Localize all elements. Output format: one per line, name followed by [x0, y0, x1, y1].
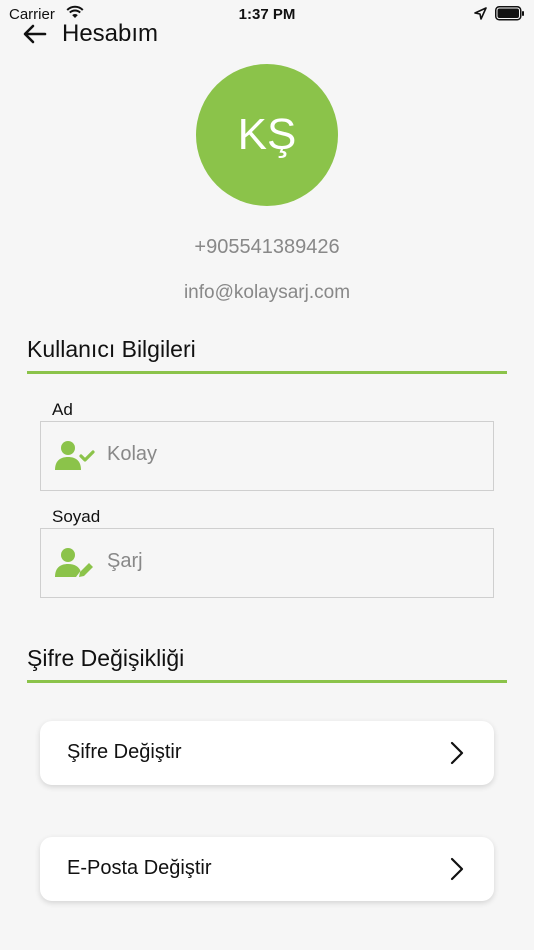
last-name-field[interactable]: Şarj	[40, 528, 494, 598]
phone-number: +905541389426	[194, 236, 340, 258]
first-name-field[interactable]: Kolay	[40, 421, 494, 491]
last-name-value: Şarj	[107, 550, 143, 572]
page-title: Hesabım	[62, 20, 159, 47]
chevron-right-icon	[450, 741, 464, 765]
avatar-initials: KŞ	[237, 110, 297, 159]
user-check-icon	[55, 441, 95, 470]
user-edit-icon	[55, 548, 93, 577]
change-email-label: E-Posta Değiştir	[67, 857, 212, 879]
change-email-button[interactable]: E-Posta Değiştir	[40, 837, 494, 901]
first-name-value: Kolay	[107, 443, 158, 465]
last-name-label: Soyad	[52, 507, 101, 526]
email-address: info@kolaysarj.com	[183, 282, 351, 303]
back-arrow-icon[interactable]	[22, 22, 48, 46]
nav-bar: Hesabım	[0, 18, 534, 50]
avatar: KŞ	[196, 64, 338, 206]
change-password-button[interactable]: Şifre Değiştir	[40, 721, 494, 785]
section-divider	[27, 371, 507, 374]
section-divider	[27, 680, 507, 683]
first-name-label: Ad	[52, 400, 73, 419]
chevron-right-icon	[450, 857, 464, 881]
user-info-section-title: Kullanıcı Bilgileri	[27, 336, 196, 362]
change-password-label: Şifre Değiştir	[67, 741, 182, 763]
password-section-title: Şifre Değişikliği	[27, 645, 185, 671]
